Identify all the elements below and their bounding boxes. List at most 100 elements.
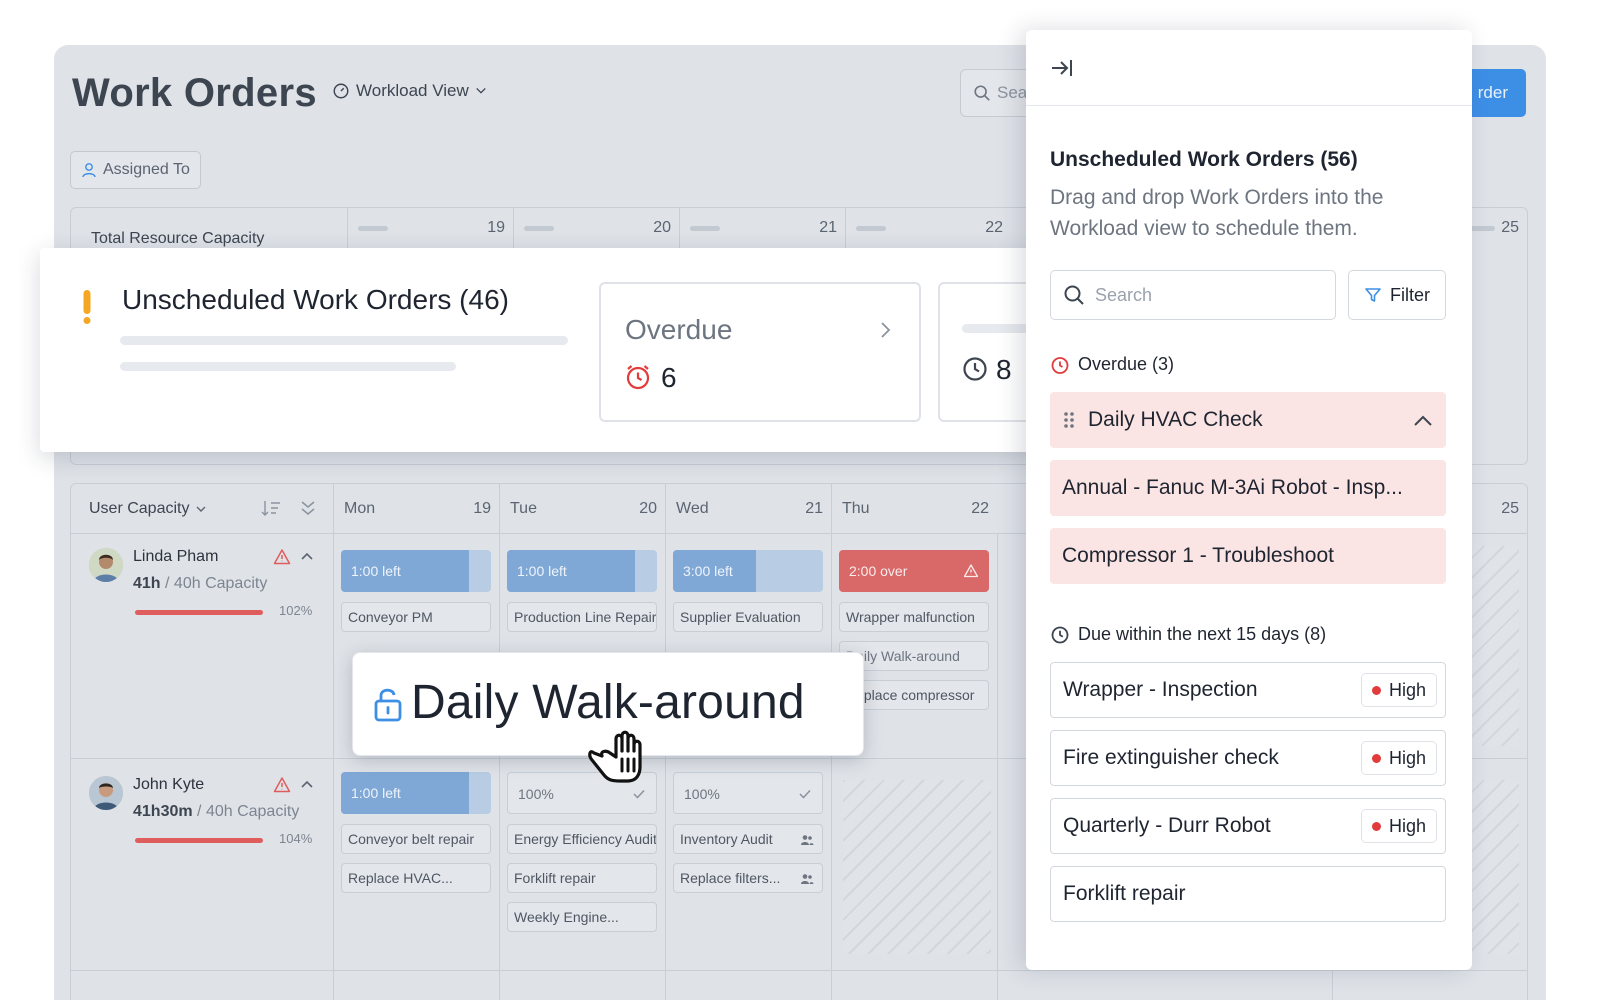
chip-label: 3:00 left (683, 563, 733, 579)
column-day: Tue (510, 500, 537, 517)
work-order-label: Wrapper - Inspection (1063, 678, 1258, 701)
unavailable-hatch (843, 780, 991, 954)
user-name: Linda Pham (133, 548, 219, 565)
team-icon (801, 874, 814, 884)
work-order-label: Quarterly - Durr Robot (1063, 814, 1271, 837)
check-icon (633, 789, 645, 799)
skeleton-line (120, 336, 568, 345)
overdue-section-label: Overdue (3) (1078, 354, 1175, 374)
user-capacity-total: / 40h Capacity (165, 575, 268, 592)
panel-search-field[interactable] (1050, 270, 1336, 320)
check-icon (799, 789, 811, 799)
unlock-icon (374, 688, 402, 722)
chip-label: 1:00 left (351, 563, 401, 579)
task-card[interactable]: Supplier Evaluation (673, 602, 823, 632)
task-card-team[interactable]: Replace filters... (673, 863, 823, 893)
user-capacity-text: 41h30m / 40h Capacity (133, 803, 299, 821)
view-selector-label: Workload View (356, 81, 469, 100)
priority-badge: High (1360, 809, 1437, 843)
work-order-item-overdue[interactable]: Daily HVAC Check (1050, 392, 1446, 448)
panel-search-input[interactable] (1095, 284, 1315, 306)
task-card[interactable]: Production Line Repair (507, 602, 657, 632)
task-card-team[interactable]: Inventory Audit (673, 824, 823, 854)
dragged-work-order-label: Daily Walk-around (411, 676, 805, 729)
capacity-chip-over: 2:00 over (839, 550, 989, 592)
capacity-day-20: 20 (513, 208, 679, 248)
priority-badge: High (1360, 673, 1437, 707)
work-order-item-due[interactable]: Quarterly - Durr Robot High (1050, 798, 1446, 854)
chevron-right-icon (881, 322, 891, 338)
work-order-label: Forklift repair (1063, 882, 1186, 905)
unscheduled-summary-card: Unscheduled Work Orders (46) Overdue 6 8 (40, 248, 1040, 452)
overdue-count: 6 (661, 362, 677, 393)
chip-label: 2:00 over (849, 563, 908, 579)
work-order-item-due[interactable]: Fire extinguisher check High (1050, 730, 1446, 786)
task-label: Inventory Audit (680, 831, 773, 847)
team-icon (801, 835, 814, 845)
page-title: Work Orders (72, 71, 317, 115)
capacity-day-number: 25 (1501, 219, 1519, 236)
capacity-day-19: 19 (347, 208, 513, 248)
collapse-all-icon[interactable] (299, 499, 317, 517)
overdue-section-header: Overdue (3) (1050, 354, 1174, 375)
work-order-label: Compressor 1 - Troubleshoot (1062, 544, 1334, 567)
capacity-day-22: 22 (845, 208, 1011, 248)
priority-dot-icon (1371, 821, 1381, 831)
task-card[interactable]: Wrapper malfunction (839, 602, 989, 632)
search-icon (1064, 285, 1084, 305)
capacity-chip: 1:00 left (341, 772, 491, 814)
clock-icon (963, 357, 987, 381)
work-order-item-overdue[interactable]: Compressor 1 - Troubleshoot (1050, 528, 1446, 584)
due-section-label: Due within the next 15 days (8) (1078, 624, 1327, 644)
work-order-item-overdue[interactable]: Annual - Fanuc M-3Ai Robot - Insp... (1050, 460, 1446, 516)
chevron-up-icon[interactable] (1412, 410, 1434, 432)
chevron-up-icon[interactable] (299, 776, 315, 792)
user-capacity-text: 41h / 40h Capacity (133, 575, 267, 593)
due-section-header: Due within the next 15 days (8) (1050, 624, 1326, 645)
user-capacity-total: / 40h Capacity (197, 803, 300, 820)
chevron-up-icon[interactable] (299, 548, 315, 564)
capacity-day-number: 21 (819, 219, 837, 236)
user-icon (82, 163, 96, 178)
task-label: Replace filters... (680, 870, 781, 886)
work-order-label: Daily HVAC Check (1088, 408, 1263, 431)
avatar (89, 776, 123, 810)
column-tue: Tue 20 (499, 484, 665, 534)
filter-label: Filter (1390, 284, 1430, 305)
capacity-percent: 102% (279, 603, 313, 618)
task-card[interactable]: Forklift repair (507, 863, 657, 893)
task-card[interactable]: Conveyor PM (341, 602, 491, 632)
assigned-to-filter[interactable]: Assigned To (70, 151, 201, 189)
priority-dot-icon (1371, 753, 1381, 763)
exclamation-icon (83, 290, 91, 324)
assigned-to-label: Assigned To (103, 161, 190, 178)
user-capacity-dropdown[interactable]: User Capacity (89, 500, 207, 518)
user-name: John Kyte (133, 776, 205, 793)
task-card[interactable]: Weekly Engine... (507, 902, 657, 932)
overdue-summary-tile[interactable]: Overdue 6 (599, 282, 921, 422)
work-order-label: Fire extinguisher check (1063, 746, 1279, 769)
capacity-chip: 3:00 left (673, 550, 823, 592)
column-num: 20 (639, 500, 657, 517)
work-order-item-due[interactable]: Forklift repair (1050, 866, 1446, 922)
warning-icon (273, 549, 291, 565)
clock-icon (626, 365, 650, 390)
due-summary-tile[interactable]: 8 (938, 282, 1040, 422)
sort-icon[interactable] (261, 499, 281, 517)
filter-button[interactable]: Filter (1348, 270, 1446, 320)
clock-icon (1051, 626, 1069, 643)
task-card[interactable]: Energy Efficiency Audit (507, 824, 657, 854)
task-card[interactable]: Conveyor belt repair (341, 824, 491, 854)
column-num: 22 (971, 500, 989, 517)
user-hours: 41h30m (133, 803, 193, 820)
summary-title: Unscheduled Work Orders (46) (122, 284, 509, 315)
work-order-label: Annual - Fanuc M-3Ai Robot - Insp... (1062, 476, 1403, 499)
column-day: Mon (344, 500, 376, 517)
total-capacity-label: Total Resource Capacity (91, 230, 265, 247)
collapse-panel-icon[interactable] (1050, 58, 1074, 78)
work-order-item-due[interactable]: Wrapper - Inspection High (1050, 662, 1446, 718)
task-card[interactable]: Replace HVAC... (341, 863, 491, 893)
workload-view-selector[interactable]: Workload View (332, 81, 487, 101)
column-num: 25 (1501, 500, 1519, 517)
priority-label: High (1388, 747, 1426, 768)
